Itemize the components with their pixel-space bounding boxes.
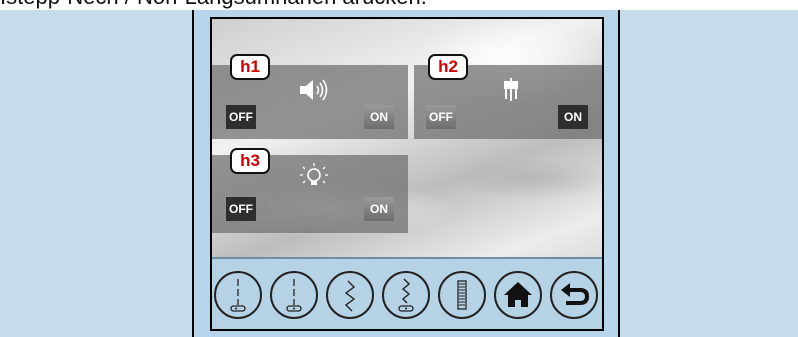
- needle-threader-on-button[interactable]: ON: [558, 105, 588, 129]
- touch-screen: h1 OFF ON h2 OFF ON h3 OFF ON: [210, 17, 604, 331]
- device-frame: h1 OFF ON h2 OFF ON h3 OFF ON: [192, 10, 620, 337]
- page-caption: Istepp-Nech / Non-Längsumnahen ärücken.: [0, 0, 798, 10]
- setting-panel-needle-threader: h2 OFF ON: [414, 54, 602, 139]
- light-off-button[interactable]: OFF: [226, 197, 256, 221]
- sound-on-button[interactable]: ON: [364, 105, 394, 129]
- zigzag-foot-button[interactable]: [382, 271, 430, 319]
- back-arrow-icon: [561, 283, 590, 305]
- zigzag-foot-icon: [398, 278, 414, 312]
- zigzag-stitch-icon: [344, 280, 356, 312]
- back-button[interactable]: [550, 271, 598, 319]
- sound-off-button[interactable]: OFF: [226, 105, 256, 129]
- presser-foot-left-icon: [230, 279, 246, 312]
- home-button[interactable]: [494, 271, 542, 319]
- setting-tag-h2: h2: [428, 54, 468, 80]
- needle-threader-off-button[interactable]: OFF: [426, 105, 456, 129]
- presser-foot-center-icon: [286, 279, 302, 312]
- speaker-icon: [300, 79, 328, 101]
- screen-content: h1 OFF ON h2 OFF ON h3 OFF ON: [212, 19, 602, 329]
- setting-panel-sound: h1 OFF ON: [212, 54, 408, 139]
- buttonhole-button[interactable]: [438, 271, 486, 319]
- setting-tag-h1: h1: [230, 54, 270, 80]
- presser-foot-left-button[interactable]: [214, 271, 262, 319]
- zigzag-stitch-button[interactable]: [326, 271, 374, 319]
- light-on-button[interactable]: ON: [364, 197, 394, 221]
- device-bezel: h1 OFF ON h2 OFF ON h3 OFF ON: [194, 10, 618, 337]
- setting-panel-light: h3 OFF ON: [212, 148, 408, 233]
- bottom-toolbar: [212, 257, 602, 329]
- home-icon: [504, 282, 532, 307]
- buttonhole-icon: [457, 280, 467, 310]
- needle-threader-icon: [504, 78, 518, 101]
- light-bulb-icon: [300, 163, 328, 185]
- setting-tag-h3: h3: [230, 148, 270, 174]
- presser-foot-center-button[interactable]: [270, 271, 318, 319]
